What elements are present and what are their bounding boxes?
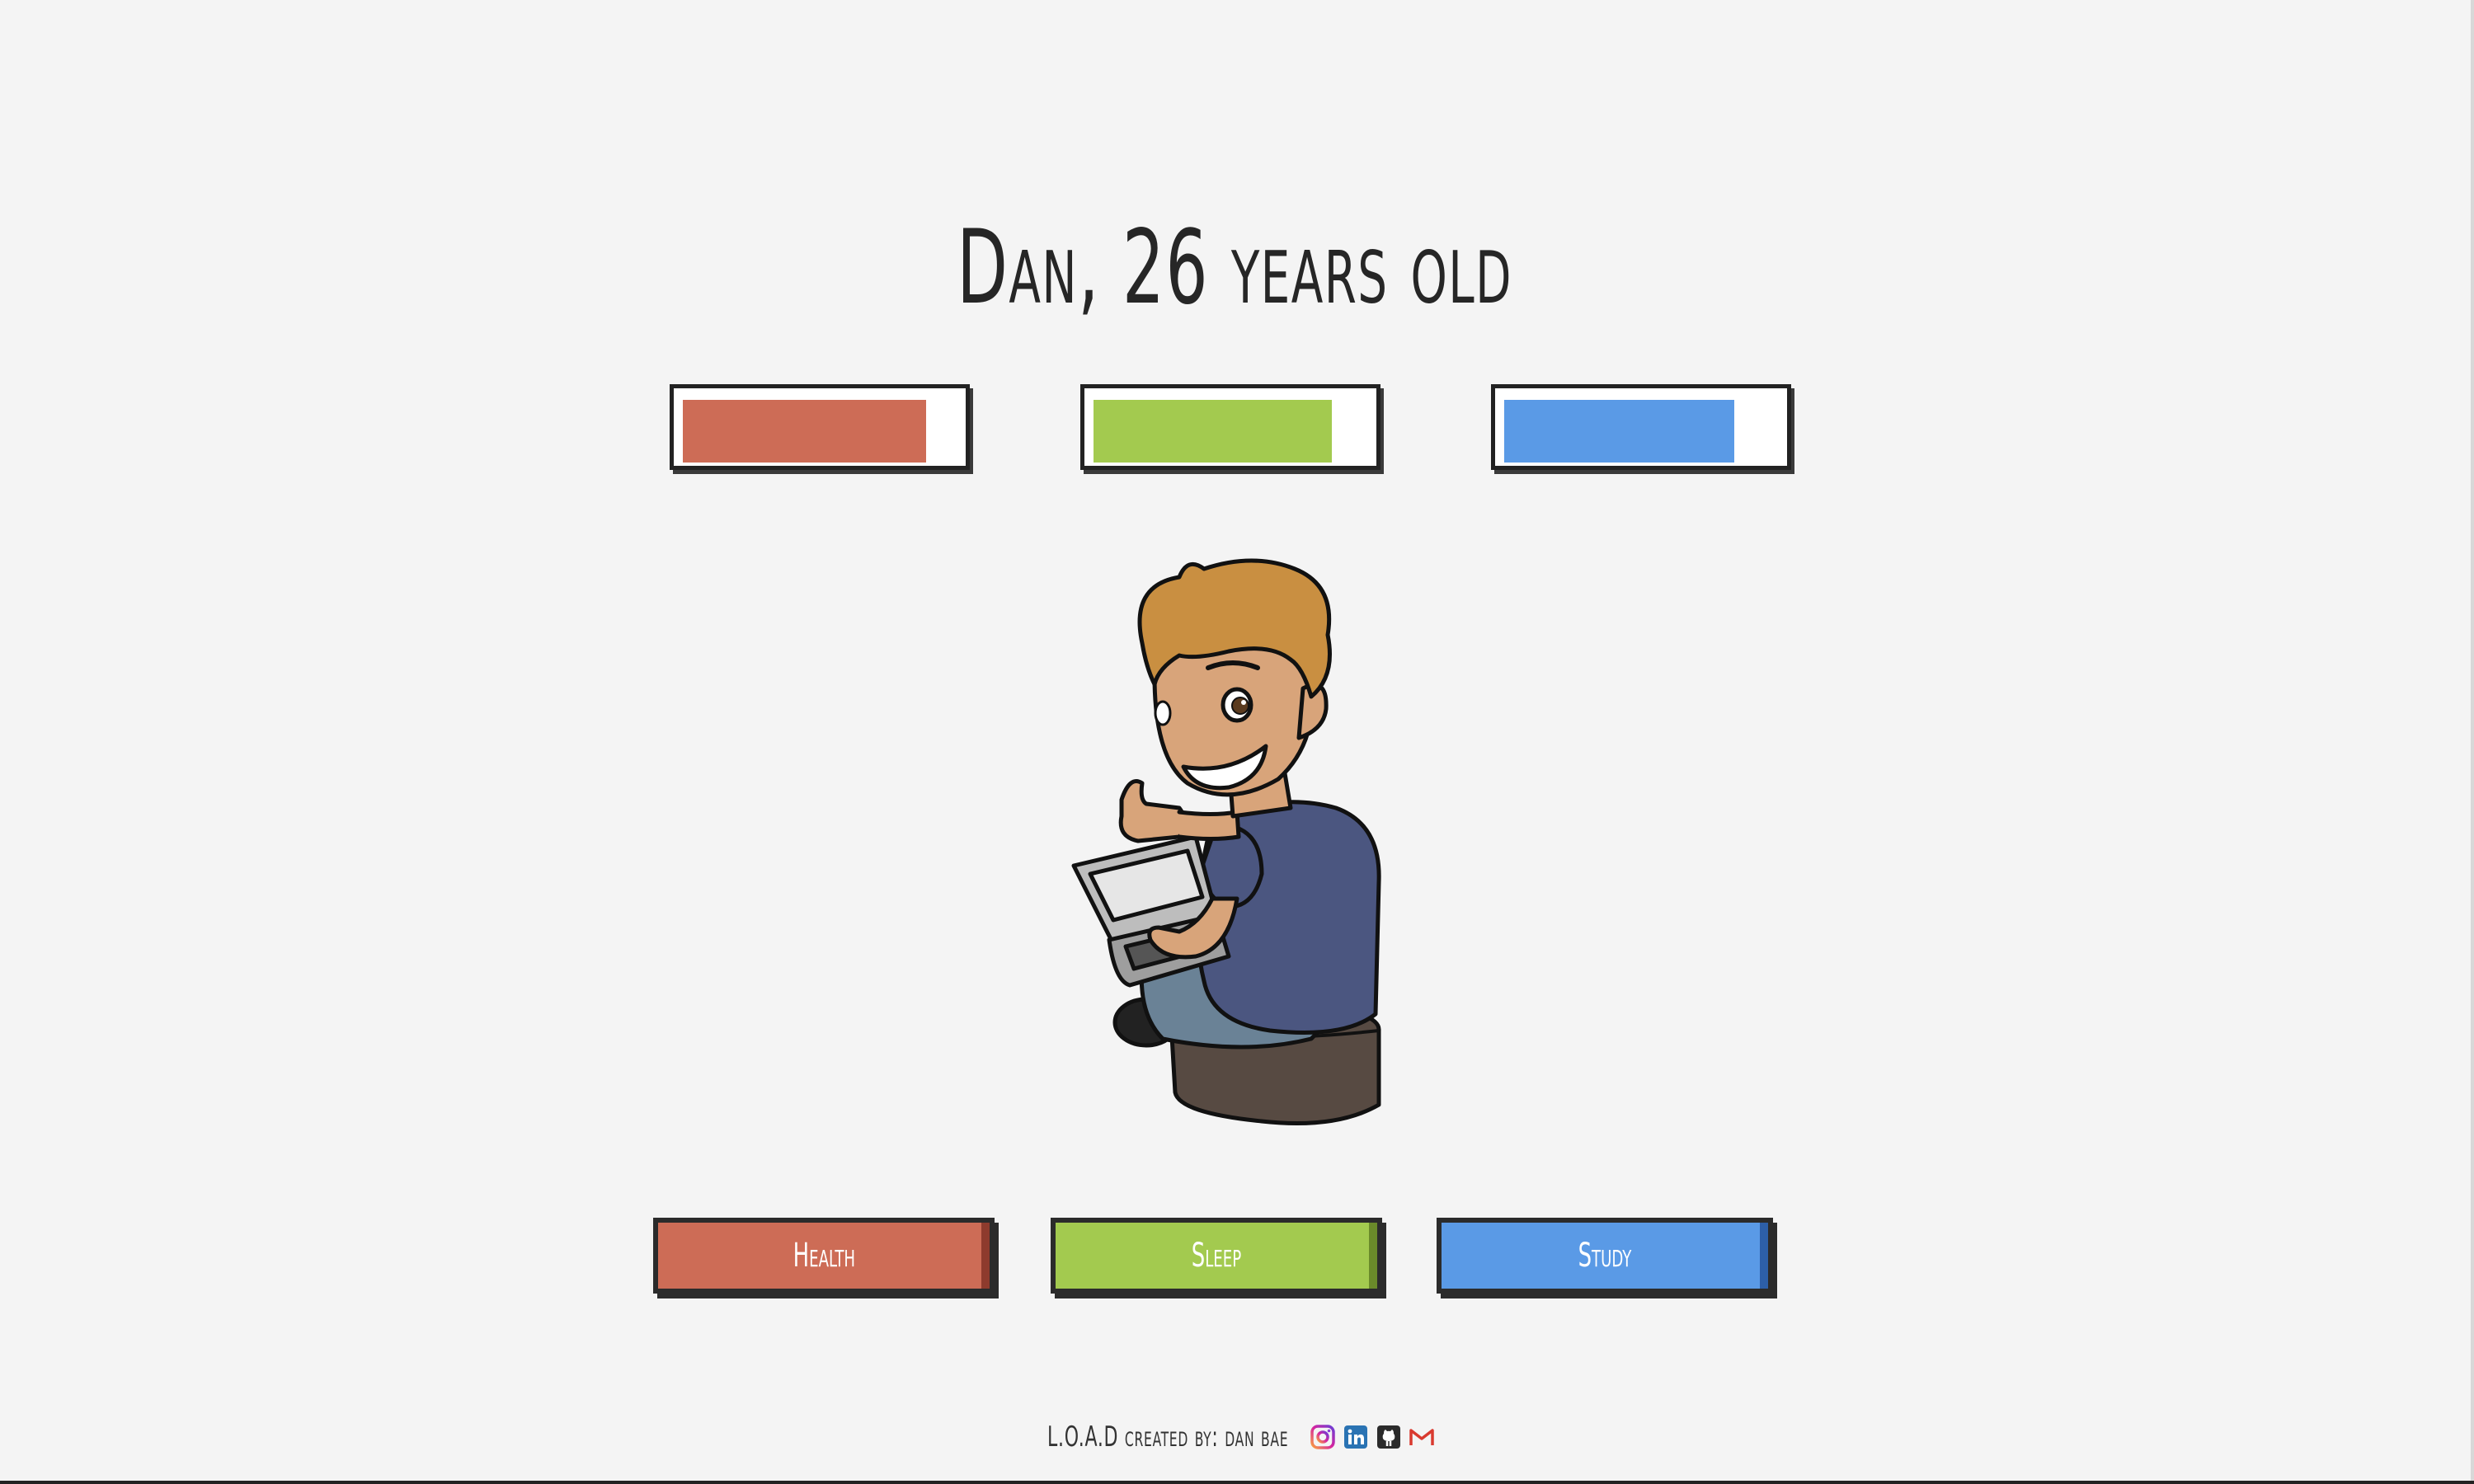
sleep-button[interactable]: Sleep: [1051, 1218, 1382, 1294]
github-icon[interactable]: [1376, 1424, 1402, 1450]
health-bar: [670, 384, 970, 470]
sleep-bar-fill: [1094, 400, 1332, 463]
footer: L.O.A.D created by: dan bae: [1047, 1416, 1435, 1458]
page-edge: [2471, 0, 2474, 1484]
health-button-label: Health: [793, 1237, 855, 1275]
health-bar-fill: [683, 400, 926, 463]
character-illustration: [1071, 558, 1381, 1125]
footer-credit: L.O.A.D created by: dan bae: [1047, 1421, 1289, 1453]
social-links: [1310, 1424, 1435, 1450]
page-title: Dan, 26 years old: [957, 209, 1512, 327]
linkedin-icon[interactable]: [1343, 1424, 1369, 1450]
instagram-icon[interactable]: [1310, 1424, 1336, 1450]
study-button[interactable]: Study: [1437, 1218, 1773, 1294]
gmail-icon[interactable]: [1409, 1424, 1435, 1450]
page-bottom-edge: [0, 1481, 2474, 1484]
study-bar-fill: [1504, 400, 1734, 463]
study-bar: [1491, 384, 1791, 470]
sleep-button-label: Sleep: [1191, 1237, 1242, 1275]
sleep-bar: [1080, 384, 1380, 470]
health-button[interactable]: Health: [653, 1218, 995, 1294]
study-button-label: Study: [1578, 1237, 1632, 1275]
